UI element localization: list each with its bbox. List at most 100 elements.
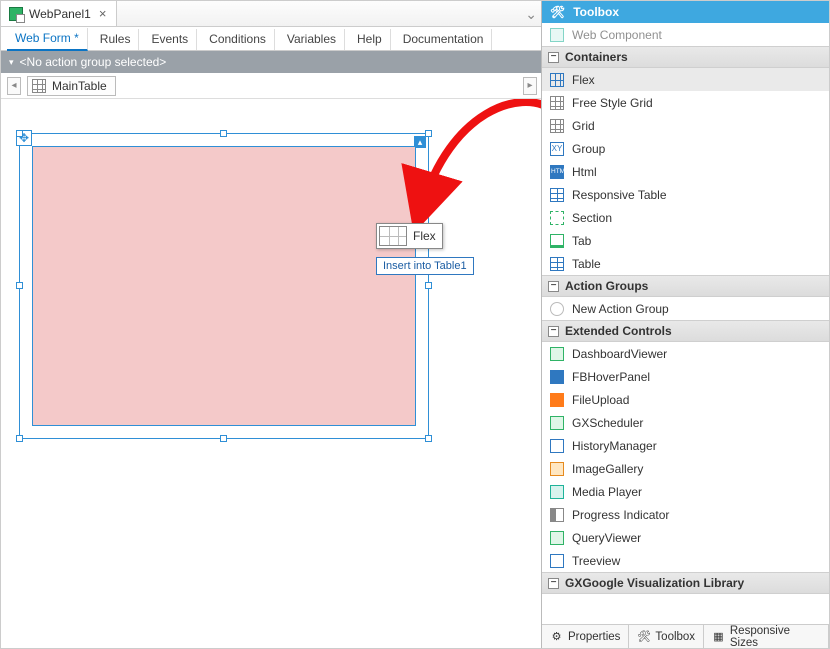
resize-handle[interactable] — [425, 435, 432, 442]
tab-conditions[interactable]: Conditions — [201, 29, 275, 50]
tab-variables[interactable]: Variables — [279, 29, 345, 50]
resize-handle[interactable] — [425, 130, 432, 137]
toolbox-item-table[interactable]: Table — [542, 252, 829, 275]
tab-web-form[interactable]: Web Form * — [7, 28, 88, 51]
action-group-icon — [550, 302, 564, 316]
tab-help[interactable]: Help — [349, 29, 391, 50]
toolbox-title: Toolbox — [573, 5, 619, 19]
toolbox-section-actiongroups[interactable]: − Action Groups — [542, 275, 829, 297]
toolbox-section-gxgoogle[interactable]: − GXGoogle Visualization Library — [542, 572, 829, 594]
toolbox-item-treeview[interactable]: Treeview — [542, 549, 829, 572]
toolbox-item-group[interactable]: XY Group — [542, 137, 829, 160]
toolbox-item-label: Group — [572, 142, 605, 156]
bt-label: Properties — [568, 631, 620, 643]
toolbox-item-label: Grid — [572, 119, 595, 133]
toolbox-item-label: FBHoverPanel — [572, 370, 650, 384]
tree-icon — [550, 554, 564, 568]
breadcrumb-maintable[interactable]: MainTable — [27, 76, 116, 96]
breadcrumb-prev-button[interactable]: ◂ — [7, 77, 21, 95]
tab-responsive-sizes[interactable]: ▦ Responsive Sizes — [704, 625, 829, 648]
toolbox-item-gxscheduler[interactable]: GXScheduler — [542, 411, 829, 434]
toolbox-item-section[interactable]: Section — [542, 206, 829, 229]
toolbox-item-label: Responsive Table — [572, 188, 667, 202]
toolbox-section-extended[interactable]: − Extended Controls — [542, 320, 829, 342]
section-title: Containers — [565, 50, 628, 64]
breadcrumb-next-button[interactable]: ▸ — [523, 77, 537, 95]
toolbox-section-containers[interactable]: − Containers — [542, 46, 829, 68]
drag-ghost-flex: Flex — [376, 223, 443, 249]
toolbox-item-label: Section — [572, 211, 612, 225]
progress-icon — [550, 508, 564, 522]
editor-sub-tabs: Web Form * Rules Events Conditions Varia… — [1, 27, 541, 51]
table-cell-drop-target[interactable] — [32, 146, 416, 426]
toolbox-item-grid[interactable]: Grid — [542, 114, 829, 137]
toolbox-item-label: ImageGallery — [572, 462, 643, 476]
tab-overflow-chevron-icon[interactable]: ⌄ — [525, 1, 537, 27]
resize-handle[interactable] — [16, 282, 23, 289]
table-icon — [32, 79, 46, 93]
design-canvas[interactable]: ▴ Flex — [1, 99, 541, 648]
toolbox-item-progress[interactable]: Progress Indicator — [542, 503, 829, 526]
toolbox-item-fileupload[interactable]: FileUpload — [542, 388, 829, 411]
media-icon — [550, 485, 564, 499]
toolbox-item-freestylegrid[interactable]: Free Style Grid — [542, 91, 829, 114]
action-group-text: <No action group selected> — [20, 55, 167, 69]
drop-tooltip: Insert into Table1 — [376, 257, 474, 275]
toolbox-item-new-action-group[interactable]: New Action Group — [542, 297, 829, 320]
grid-icon — [550, 119, 564, 133]
tab-events[interactable]: Events — [143, 29, 197, 50]
gear-icon: ⚙ — [550, 630, 563, 643]
action-group-bar[interactable]: ▾ <No action group selected> — [1, 51, 541, 73]
toolbox-item-label: DashboardViewer — [572, 347, 667, 361]
toolbox-item-label: QueryViewer — [572, 531, 641, 545]
designer-area: WebPanel1 × ⌄ Web Form * Rules Events Co… — [1, 1, 542, 648]
toolbox-scroll[interactable]: Web Component − Containers Flex Free Sty… — [542, 23, 829, 624]
collapse-icon: − — [548, 52, 559, 63]
tab-toolbox[interactable]: 🛠 Toolbox — [629, 625, 704, 648]
toolbox-item-historymanager[interactable]: HistoryManager — [542, 434, 829, 457]
right-panel-tabs: ⚙ Properties 🛠 Toolbox ▦ Responsive Size… — [542, 624, 829, 648]
close-tab-icon[interactable]: × — [97, 6, 109, 21]
toolbox-item-label: Progress Indicator — [572, 508, 669, 522]
toolbox-item-responsive-table[interactable]: Responsive Table — [542, 183, 829, 206]
document-tab-webpanel[interactable]: WebPanel1 × — [1, 1, 117, 26]
resize-handle[interactable] — [220, 435, 227, 442]
section-title: Action Groups — [565, 279, 648, 293]
toolbox-panel: 🛠 Toolbox Web Component − Containers Fle… — [542, 1, 829, 648]
toolbox-item-flex[interactable]: Flex — [542, 68, 829, 91]
section-icon — [550, 211, 564, 225]
grid-icon: ▦ — [712, 630, 725, 643]
toolbox-item-queryviewer[interactable]: QueryViewer — [542, 526, 829, 549]
bt-label: Toolbox — [655, 631, 695, 643]
fbhover-icon — [550, 370, 564, 384]
toolbox-item-imagegallery[interactable]: ImageGallery — [542, 457, 829, 480]
tab-icon — [550, 234, 564, 248]
group-icon: XY — [550, 142, 564, 156]
toolbox-item-mediaplayer[interactable]: Media Player — [542, 480, 829, 503]
tab-properties[interactable]: ⚙ Properties — [542, 625, 629, 648]
toolbox-item-html[interactable]: HTML Html — [542, 160, 829, 183]
component-icon — [550, 28, 564, 42]
section-title: Extended Controls — [565, 324, 672, 338]
toolbox-item-label: Table — [572, 257, 601, 271]
query-icon — [550, 531, 564, 545]
tab-documentation[interactable]: Documentation — [395, 29, 493, 50]
toolbox-item-label: GXScheduler — [572, 416, 643, 430]
selected-table-container[interactable]: ▴ — [19, 133, 429, 439]
flex-icon — [379, 226, 407, 246]
tab-rules[interactable]: Rules — [92, 29, 140, 50]
document-tab-strip: WebPanel1 × ⌄ — [1, 1, 541, 27]
toolbox-item-label: Web Component — [572, 28, 662, 42]
resize-handle[interactable] — [220, 130, 227, 137]
resize-handle[interactable] — [16, 435, 23, 442]
scheduler-icon — [550, 416, 564, 430]
html-icon: HTML — [550, 165, 564, 179]
resize-handle[interactable] — [425, 282, 432, 289]
toolbox-item-fbhoverpanel[interactable]: FBHoverPanel — [542, 365, 829, 388]
drag-ghost-label: Flex — [413, 229, 436, 243]
resize-handle[interactable] — [16, 130, 23, 137]
toolbox-item-dashboardviewer[interactable]: DashboardViewer — [542, 342, 829, 365]
toolbox-item-tab[interactable]: Tab — [542, 229, 829, 252]
bt-label: Responsive Sizes — [730, 625, 820, 649]
toolbox-item-webcomponent[interactable]: Web Component — [542, 23, 829, 46]
